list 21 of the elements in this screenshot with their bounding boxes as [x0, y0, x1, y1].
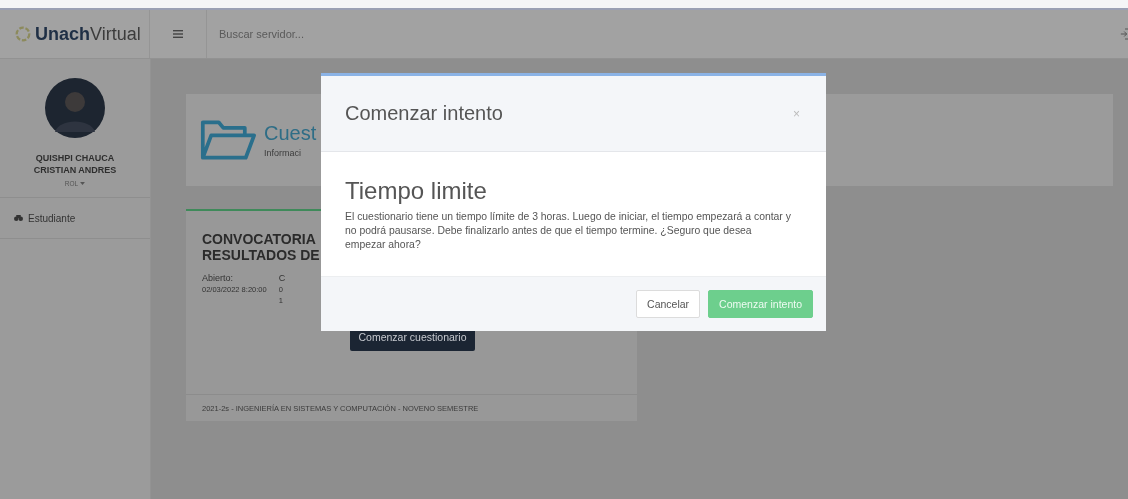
- sidebar-item[interactable]: Estudiante: [0, 198, 150, 239]
- logout-icon[interactable]: [1120, 27, 1128, 41]
- group-icon: [14, 214, 23, 222]
- modal-message: El cuestionario tiene un tiempo límite de 3 horas. Luego de iniciar, el tiempo empezará a contar y no podrá pausarse. Debe finalizarlo antes de que el tiempo termine. ¿Seguro que desea empezar ahora?: [345, 210, 792, 252]
- page-subtitle: Informaci: [264, 148, 301, 158]
- date-text: C: [278, 273, 286, 283]
- quiz-title: RESULTADOS DE: [202, 247, 320, 263]
- folder-icon: [200, 118, 256, 162]
- search-field[interactable]: Buscar servidor...: [217, 27, 521, 41]
- cancel-button[interactable]: Cancelar: [636, 290, 701, 318]
- menu-icon[interactable]: [173, 30, 183, 38]
- page-title: Cuest: [264, 122, 317, 145]
- date-label: Abierto:: [202, 273, 234, 283]
- logo-icon: [14, 25, 32, 43]
- modal-title: Comenzar intento: [345, 102, 503, 125]
- modal-heading: Tiempo limite: [345, 177, 487, 205]
- user-name: QUISHPI CHAUCA CRISTIAN ANDRES: [32, 152, 118, 176]
- quiz-title: CONVOCATORIA: [202, 231, 316, 247]
- caret-icon: [80, 182, 86, 185]
- brand-logo[interactable]: UnachVirtual: [35, 23, 141, 45]
- avatar: [45, 78, 105, 138]
